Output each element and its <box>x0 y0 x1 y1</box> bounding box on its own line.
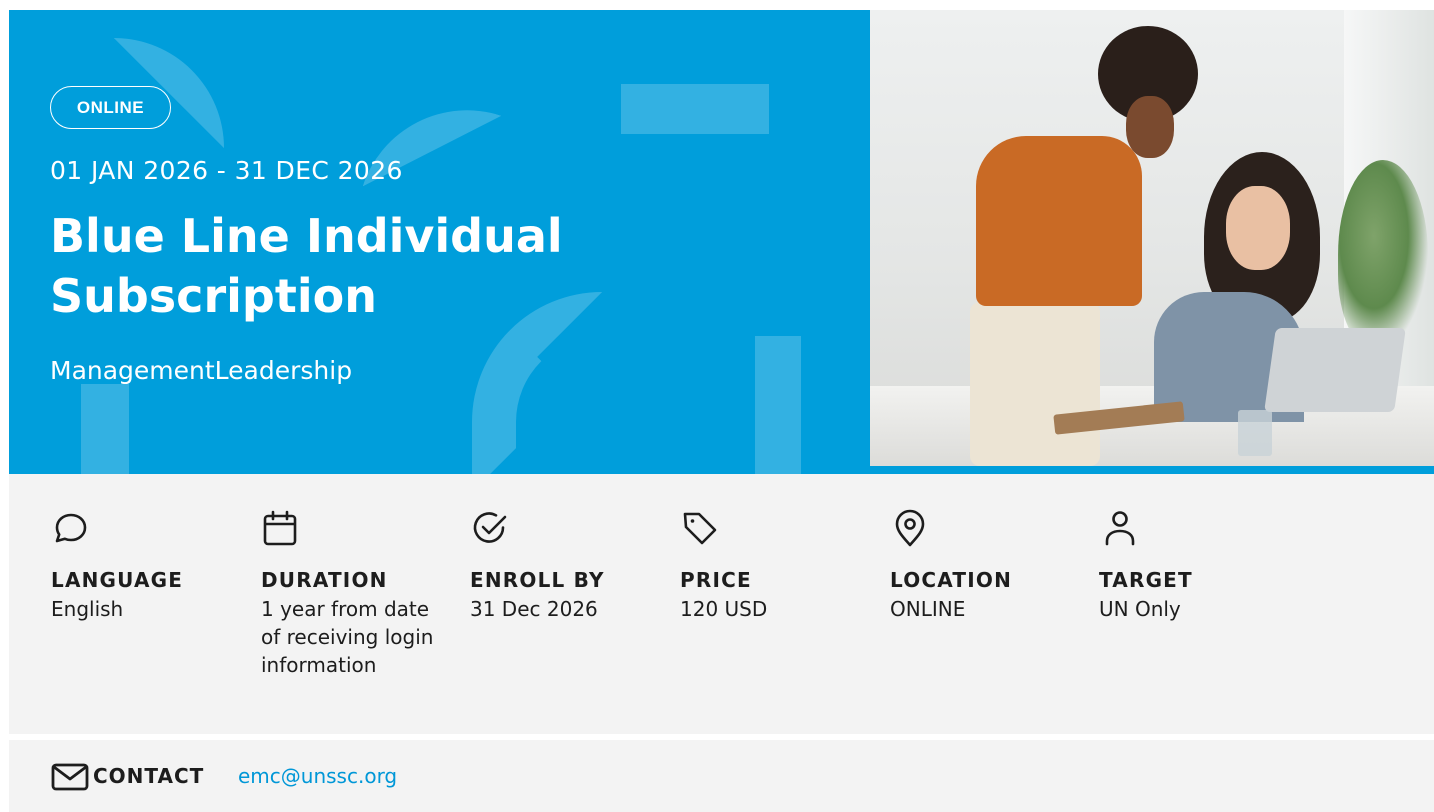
course-dates: 01 JAN 2026 - 31 DEC 2026 <box>50 156 403 185</box>
detail-value: UN Only <box>1099 597 1181 621</box>
hero-image <box>870 10 1434 474</box>
person-figure <box>970 302 1100 466</box>
decorative-shape <box>362 81 502 221</box>
laptop <box>1264 328 1406 412</box>
decorative-shape <box>621 84 769 134</box>
contact-email-link[interactable]: emc@unssc.org <box>238 764 397 788</box>
course-topics: ManagementLeadership <box>50 356 353 385</box>
detail-label: TARGET <box>1099 568 1193 592</box>
detail-label: LANGUAGE <box>51 568 184 592</box>
pen-cup <box>1238 410 1272 456</box>
person-figure <box>976 136 1142 306</box>
detail-value: 120 USD <box>680 597 768 621</box>
contact-label: CONTACT <box>93 764 205 788</box>
detail-value: 1 year from date of receiving login info… <box>261 597 434 677</box>
location-pin-icon <box>895 509 925 547</box>
course-details: LANGUAGE English DURATION 1 year from da… <box>9 474 1434 734</box>
user-icon <box>1105 511 1135 546</box>
page-title: Blue Line Individual Subscription <box>50 209 563 323</box>
decorative-shape <box>755 336 801 474</box>
delivery-mode-badge: ONLINE <box>50 86 171 129</box>
check-circle-icon <box>473 512 507 543</box>
course-hero: ONLINE 01 JAN 2026 - 31 DEC 2026 Blue Li… <box>9 10 1434 474</box>
person-figure <box>1226 186 1290 270</box>
person-figure <box>1126 96 1174 158</box>
plant <box>1338 160 1428 350</box>
hero-banner: ONLINE 01 JAN 2026 - 31 DEC 2026 Blue Li… <box>9 10 870 474</box>
chat-bubble-icon <box>55 513 87 543</box>
price-tag-icon <box>683 512 717 545</box>
detail-label: ENROLL BY <box>470 568 605 592</box>
hero-photo-scene <box>870 10 1434 466</box>
decorative-shape <box>81 384 129 474</box>
detail-value: 31 Dec 2026 <box>470 597 598 621</box>
contact-bar: CONTACT emc@unssc.org <box>9 740 1434 812</box>
detail-label: DURATION <box>261 568 388 592</box>
calendar-icon <box>263 510 297 546</box>
detail-value: ONLINE <box>890 597 966 621</box>
detail-value: English <box>51 597 124 621</box>
detail-label: PRICE <box>680 568 752 592</box>
mail-icon <box>51 763 89 791</box>
detail-label: LOCATION <box>890 568 1013 592</box>
